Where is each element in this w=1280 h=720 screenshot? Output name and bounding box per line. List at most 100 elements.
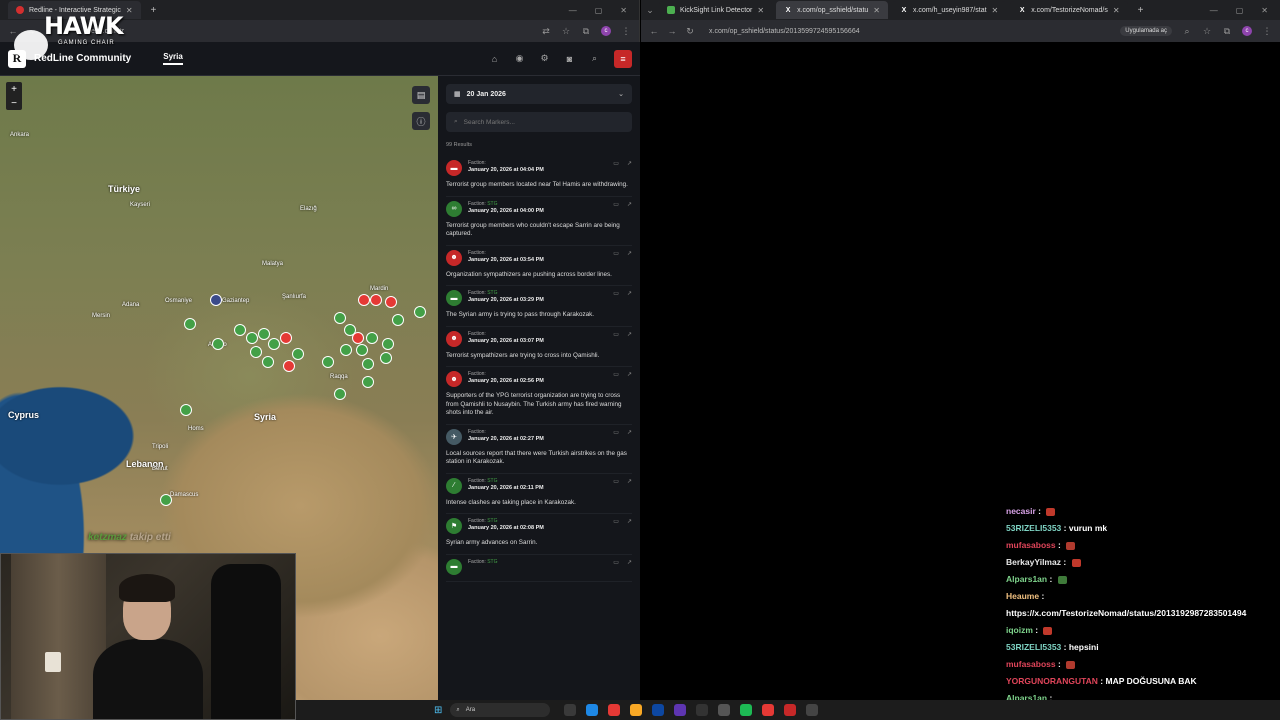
- map-marker[interactable]: [283, 360, 295, 372]
- camera-icon[interactable]: ◙: [564, 53, 575, 64]
- external-link-icon[interactable]: ↗: [627, 250, 632, 257]
- maximize-icon[interactable]: ▢: [1236, 6, 1244, 15]
- app-icon[interactable]: [718, 704, 731, 716]
- zoom-icon[interactable]: ⌕: [1182, 26, 1192, 37]
- close-window-icon[interactable]: ✕: [620, 6, 627, 15]
- map-marker[interactable]: [180, 404, 192, 416]
- video-icon[interactable]: ▭: [613, 478, 619, 485]
- taskbar-search[interactable]: ⌕ Ara: [450, 703, 551, 717]
- map-marker[interactable]: [184, 318, 196, 330]
- external-link-icon[interactable]: ↗: [627, 331, 632, 338]
- feed-item[interactable]: ⁄ Faction: STG January 20, 2026 at 02:11…: [446, 474, 632, 514]
- feed-item[interactable]: ▬ Faction: STG ▭ ↗: [446, 555, 632, 582]
- back-icon[interactable]: ←: [649, 26, 659, 36]
- map-layers-icon[interactable]: ▤: [412, 86, 430, 104]
- chat-text[interactable]: https://x.com/TestorizeNomad/status/2013…: [1006, 608, 1246, 618]
- map-marker[interactable]: [414, 306, 426, 318]
- map-marker[interactable]: [352, 332, 364, 344]
- url-field[interactable]: x.com/op_sshield/status/2013599724595156…: [709, 28, 860, 35]
- video-icon[interactable]: ▭: [613, 160, 619, 167]
- tab-x-testorize[interactable]: X x.com/TestorizeNomad/s ✕: [1010, 1, 1128, 19]
- map-marker[interactable]: [210, 294, 222, 306]
- feed-item[interactable]: ∞ Faction: STG January 20, 2026 at 04:00…: [446, 197, 632, 246]
- tab-x-op-sshield[interactable]: X x.com/op_sshield/statu ✕: [776, 1, 888, 19]
- extensions-icon[interactable]: ⧉: [1222, 26, 1232, 37]
- nav-syria[interactable]: Syria: [163, 52, 183, 65]
- kebab-menu-icon[interactable]: ⋮: [1262, 26, 1272, 37]
- tab-search-icon[interactable]: ⌄: [645, 5, 655, 16]
- copilot-icon[interactable]: [586, 704, 599, 716]
- external-link-icon[interactable]: ↗: [627, 201, 632, 208]
- discord-icon[interactable]: [674, 704, 687, 716]
- close-tab-icon[interactable]: ✕: [126, 6, 133, 15]
- chat-username[interactable]: Alpars1an: [1006, 574, 1047, 584]
- tag-icon[interactable]: ⌂: [489, 53, 500, 64]
- map-marker[interactable]: [382, 338, 394, 350]
- chat-username[interactable]: mufasaboss: [1006, 659, 1056, 669]
- obs-icon[interactable]: [806, 704, 819, 716]
- chrome-icon[interactable]: [762, 704, 775, 716]
- feed-item[interactable]: ▬ Faction: January 20, 2026 at 04:04 PM …: [446, 156, 632, 197]
- external-link-icon[interactable]: ↗: [627, 518, 632, 525]
- video-icon[interactable]: ▭: [613, 290, 619, 297]
- video-icon[interactable]: ▭: [613, 559, 619, 566]
- chat-username[interactable]: necasir: [1006, 506, 1036, 516]
- bookmark-star-icon[interactable]: ☆: [561, 26, 571, 37]
- external-link-icon[interactable]: ↗: [627, 371, 632, 378]
- feed-item[interactable]: ⚑ Faction: STG January 20, 2026 at 02:08…: [446, 514, 632, 555]
- maximize-icon[interactable]: ▢: [595, 6, 603, 15]
- external-link-icon[interactable]: ↗: [627, 290, 632, 297]
- bookmark-star-icon[interactable]: ☆: [1202, 26, 1212, 37]
- forward-icon[interactable]: →: [667, 26, 677, 36]
- map-marker[interactable]: [356, 344, 368, 356]
- close-tab-icon[interactable]: ✕: [873, 6, 880, 15]
- tab-kicksight[interactable]: KickSight Link Detector ✕: [659, 1, 773, 19]
- map-marker[interactable]: [362, 358, 374, 370]
- translate-icon[interactable]: ⇄: [541, 26, 551, 37]
- external-link-icon[interactable]: ↗: [627, 559, 632, 566]
- feed-item[interactable]: ▬ Faction: STG January 20, 2026 at 03:29…: [446, 286, 632, 327]
- map-marker[interactable]: [340, 344, 352, 356]
- profile-avatar[interactable]: c: [601, 26, 611, 36]
- spotify-icon[interactable]: [740, 704, 753, 716]
- feed-item[interactable]: ☻ Faction: January 20, 2026 at 03:54 PM …: [446, 246, 632, 286]
- map-marker[interactable]: [380, 352, 392, 364]
- video-icon[interactable]: ▭: [613, 250, 619, 257]
- chat-username[interactable]: mufasaboss: [1006, 540, 1056, 550]
- map-marker[interactable]: [280, 332, 292, 344]
- map-marker[interactable]: [334, 312, 346, 324]
- marker-search-input[interactable]: ⌕ Search Markers...: [446, 112, 632, 132]
- profile-avatar[interactable]: c: [1242, 26, 1252, 36]
- extensions-icon[interactable]: ⧉: [581, 26, 591, 37]
- map-marker[interactable]: [160, 494, 172, 506]
- chrome-icon[interactable]: [608, 704, 621, 716]
- chat-username[interactable]: YORGUNORANGUTAN: [1006, 676, 1098, 686]
- video-icon[interactable]: ▭: [613, 371, 619, 378]
- map-marker[interactable]: [392, 314, 404, 326]
- edge-icon[interactable]: [652, 704, 665, 716]
- external-link-icon[interactable]: ↗: [627, 160, 632, 167]
- map-marker[interactable]: [370, 294, 382, 306]
- zoom-in-button[interactable]: +: [6, 82, 22, 96]
- minimize-icon[interactable]: —: [1210, 6, 1218, 15]
- search-icon[interactable]: ⌕: [589, 53, 600, 64]
- map-marker[interactable]: [246, 332, 258, 344]
- task-view-icon[interactable]: [564, 704, 577, 716]
- external-link-icon[interactable]: ↗: [627, 429, 632, 436]
- feed-item[interactable]: ☻ Faction: January 20, 2026 at 03:07 PM …: [446, 327, 632, 367]
- chat-username[interactable]: BerkayYilmaz: [1006, 557, 1061, 567]
- map-marker[interactable]: [334, 388, 346, 400]
- tab-x-h-useyin[interactable]: X x.com/h_useyin987/stat ✕: [891, 1, 1007, 19]
- chat-username[interactable]: Heaume: [1006, 591, 1039, 601]
- hamburger-menu-button[interactable]: ≡: [614, 49, 632, 68]
- chat-username[interactable]: iqoizm: [1006, 625, 1033, 635]
- gear-icon[interactable]: ⚙: [539, 53, 550, 64]
- video-icon[interactable]: ▭: [613, 331, 619, 338]
- location-pin-icon[interactable]: ◉: [514, 53, 525, 64]
- map-marker[interactable]: [322, 356, 334, 368]
- windows-start-icon[interactable]: ⊞: [434, 705, 442, 716]
- date-selector[interactable]: ▦ 20 Jan 2026 ⌄: [446, 84, 632, 104]
- open-in-app-button[interactable]: Uygulamada aç: [1120, 26, 1172, 36]
- map-marker[interactable]: [268, 338, 280, 350]
- map-marker[interactable]: [234, 324, 246, 336]
